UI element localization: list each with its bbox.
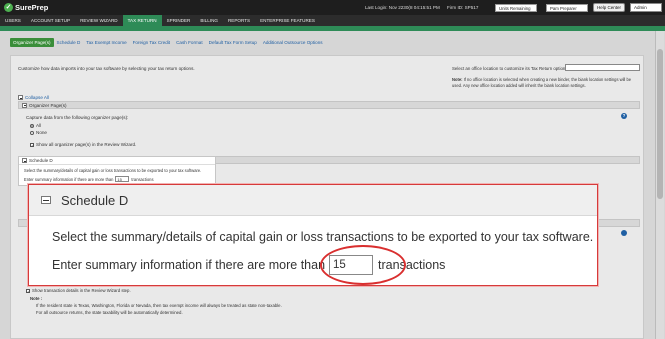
main-nav: USERS ACCOUNT SETUP REVIEW WIZARD TAX RE… [0, 15, 665, 26]
lower-note-2: For all outsource returns, the state tax… [36, 310, 183, 315]
schedule-d-header[interactable]: Schedule D [19, 157, 215, 165]
nav-sprinder[interactable]: SPRINDER [162, 15, 196, 26]
highlight-ellipse [320, 245, 406, 285]
schedule-d-zoom-callout: Schedule D Select the summary/details of… [28, 184, 598, 286]
help-center-button[interactable]: Help Center [593, 3, 625, 12]
nav-billing[interactable]: BILLING [195, 15, 223, 26]
collapse-icon [41, 196, 51, 204]
tab-organizer-pages[interactable]: Organizer Page(s) [10, 38, 54, 47]
callout-threshold-prefix: Enter summary information if there are m… [52, 258, 326, 272]
tab-cash-format[interactable]: Cash Format [173, 38, 206, 47]
lower-note-label: Note : [30, 296, 43, 301]
callout-description: Select the summary/details of capital ga… [52, 230, 594, 244]
organizer-section-title: Organizer Page(s) [29, 102, 67, 108]
checkmark-icon: ✓ [4, 3, 13, 12]
nav-accent-band [0, 26, 665, 31]
organizer-section-header[interactable]: Organizer Page(s) [18, 101, 640, 109]
note-text: If no office location is selected when c… [452, 77, 632, 88]
note-label: Note: [452, 77, 463, 82]
logo-text: SurePrep [15, 3, 49, 12]
callout-title: Schedule D [61, 192, 129, 208]
radio-none-row[interactable]: None [30, 130, 47, 135]
user-select-label: Pam Preparer [550, 6, 577, 11]
scrollbar-thumb[interactable] [657, 49, 663, 199]
top-header: ✓ SurePrep Last Login: Nov 2230(8 04:15:… [0, 0, 665, 15]
nav-account-setup[interactable]: ACCOUNT SETUP [26, 15, 75, 26]
threshold-prefix: Enter summary information if there are m… [24, 176, 114, 182]
tab-additional-outsource-options[interactable]: Additional Outsource Options [260, 38, 326, 47]
show-all-label: Show all organizer page(s) in the Review… [36, 142, 137, 147]
collapse-icon [22, 158, 27, 163]
callout-header[interactable]: Schedule D [29, 185, 597, 216]
admin-select[interactable]: Admin [630, 3, 662, 12]
show-details-row[interactable]: ✓ Show transaction details in the Review … [26, 288, 131, 293]
threshold-suffix: transactions [131, 176, 154, 182]
firm-id: Firm ID: SP517 [447, 5, 479, 10]
show-details-checkbox[interactable]: ✓ [26, 288, 30, 293]
schedule-d-title: Schedule D [29, 157, 53, 163]
schedule-d-section: Schedule D Select the summary/details of… [18, 156, 216, 186]
nav-review-wizard[interactable]: REVIEW WIZARD [75, 15, 123, 26]
tab-tax-exempt-income[interactable]: Tax Exempt Income [83, 38, 129, 47]
office-location-note: Note: If no office location is selected … [452, 77, 640, 88]
help-icon[interactable]: ? [621, 113, 627, 119]
show-all-row[interactable]: ✓ Show all organizer page(s) in the Revie… [30, 142, 136, 147]
tab-foreign-tax-credit[interactable]: Foreign Tax Credit [130, 38, 173, 47]
tab-default-tax-form-setup[interactable]: Default Tax Form Setup [206, 38, 260, 47]
help-icon[interactable] [621, 230, 627, 236]
show-details-label: Show transaction details in the Review W… [32, 288, 131, 293]
lower-note-1: If the resident state is Texas, Washingt… [36, 303, 282, 308]
threshold-input[interactable]: 15 [115, 176, 130, 182]
collapse-icon [18, 95, 23, 100]
radio-none-label: None [36, 130, 47, 135]
capture-label: Capture data from the following organize… [26, 115, 129, 120]
radio-none[interactable] [30, 130, 34, 135]
office-location-select[interactable] [565, 64, 640, 71]
intro-text: Customize how data imports into your tax… [18, 66, 195, 71]
collapse-all-label: Collapse All [25, 95, 50, 100]
radio-all-label: All [36, 123, 42, 128]
radio-all-row[interactable]: All [30, 123, 41, 128]
section-header-bar [216, 156, 640, 164]
schedule-d-threshold-row: Enter summary information if there are m… [19, 176, 215, 182]
radio-all[interactable] [30, 123, 34, 128]
show-all-checkbox[interactable]: ✓ [30, 142, 34, 147]
office-location-label: Select an office location to customize i… [452, 66, 569, 71]
schedule-d-description: Select the summary/details of capital ga… [24, 168, 202, 173]
units-select-label: Units Remaining [499, 6, 531, 11]
collapse-all-toggle[interactable]: Collapse All [18, 95, 49, 100]
nav-enterprise-features[interactable]: ENTERPRISE FEATURES [255, 15, 320, 26]
last-login: Last Login: Nov 2230(8 04:15:51 PM [365, 5, 440, 10]
collapse-icon [22, 102, 27, 108]
nav-users[interactable]: USERS [0, 15, 26, 26]
tab-schedule-d[interactable]: Schedule D [54, 38, 84, 47]
user-select[interactable]: Pam Preparer [546, 4, 588, 12]
nav-reports[interactable]: REPORTS [223, 15, 255, 26]
nav-tax-return[interactable]: TAX RETURN [122, 15, 162, 26]
subtab-bar: Organizer Page(s) Schedule D Tax Exempt … [10, 38, 326, 47]
logo[interactable]: ✓ SurePrep [4, 2, 48, 13]
units-select[interactable]: Units Remaining [495, 4, 537, 12]
page-scrollbar[interactable] [655, 31, 664, 339]
